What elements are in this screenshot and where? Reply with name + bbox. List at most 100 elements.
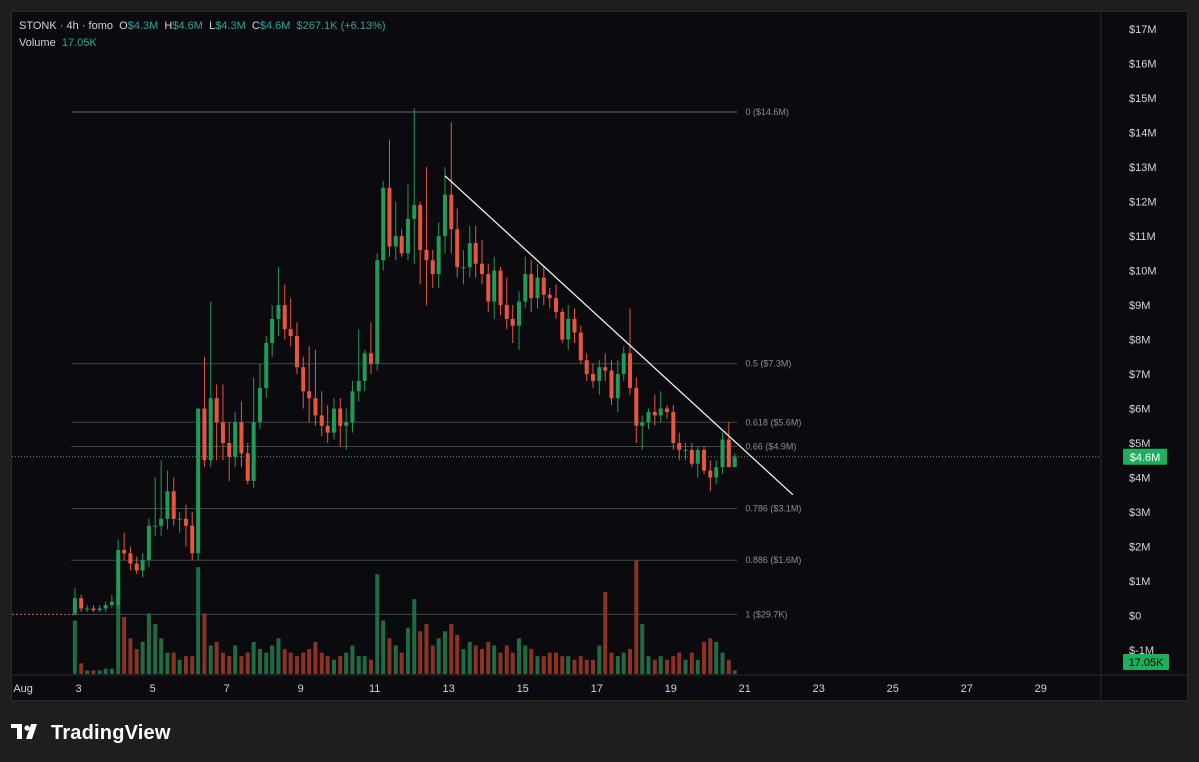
candle-body — [331, 408, 336, 433]
volume-bar — [547, 652, 552, 674]
candle-body — [695, 449, 700, 464]
volume-bar — [424, 624, 429, 674]
candle-body — [486, 274, 491, 302]
candle-body — [146, 525, 151, 561]
fib-retracement-layer[interactable]: 0 ($14.6M) 0.5 ($7.3M) 0.618 ($5.6M) 0.66 (… — [12, 107, 1100, 619]
time-tick-label: 13 — [443, 683, 455, 695]
price-tick-label: $7M — [1129, 369, 1150, 381]
candle-body — [140, 560, 145, 571]
volume-bar — [584, 659, 589, 674]
time-tick-label: 21 — [739, 683, 751, 695]
candle-body — [547, 294, 552, 299]
volume-bar — [455, 634, 460, 674]
price-axis[interactable]: $17M $16M $15M $14M $13M $12M $11M $10M $9M $8M $7… — [1100, 12, 1157, 702]
candle-body — [492, 270, 497, 302]
volume-bar — [233, 645, 238, 674]
candle-body — [436, 236, 441, 275]
volume-bar — [202, 613, 207, 674]
volume-bar — [196, 567, 201, 674]
volume-bar — [208, 645, 213, 674]
volume-bar — [523, 645, 528, 674]
price-tick-label: $8M — [1129, 335, 1150, 347]
separator: · — [81, 20, 86, 32]
exchange-label: fomo — [88, 20, 114, 32]
volume-bar — [177, 659, 182, 674]
time-axis[interactable]: Aug 3 5 7 9 11 13 15 17 19 21 23 25 27 29 — [12, 674, 1189, 695]
volume-bar — [325, 656, 330, 674]
volume-bar — [541, 656, 546, 674]
candle-body — [202, 408, 207, 461]
candle-body — [399, 236, 404, 254]
volume-bar — [516, 638, 521, 674]
candle-body — [381, 187, 386, 261]
price-tick-label: $0 — [1129, 610, 1141, 622]
time-tick-label: 5 — [150, 683, 156, 695]
volume-bar — [153, 624, 158, 674]
volume-bar — [183, 656, 188, 674]
volume-bar — [634, 560, 639, 674]
volume-bar — [282, 649, 287, 674]
volume-bar — [239, 656, 244, 674]
volume-bar — [597, 645, 602, 674]
price-tick-label: $15M — [1129, 93, 1157, 105]
volume-bar — [708, 638, 713, 674]
candle-body — [122, 549, 127, 554]
fib-level-label: 0.66 ($4.9M) — [745, 441, 796, 451]
candle-body — [578, 332, 583, 361]
volume-bars-layer — [72, 560, 737, 674]
candle-body — [294, 336, 299, 368]
volume-bar — [566, 656, 571, 674]
volume-bar — [726, 659, 731, 674]
fib-level-label: 0.5 ($7.3M) — [745, 359, 791, 369]
volume-bar — [621, 652, 626, 674]
chart-panel[interactable]: 0 ($14.6M) 0.5 ($7.3M) 0.618 ($5.6M) 0.66 (… — [11, 11, 1189, 702]
candle-body — [85, 608, 90, 610]
candle-body — [257, 387, 262, 423]
volume-bar — [122, 617, 127, 674]
volume-bar — [578, 656, 583, 674]
interval-label[interactable]: 4h — [67, 20, 79, 32]
time-tick-label: Aug — [13, 683, 33, 695]
candle-body — [529, 274, 534, 299]
tradingview-brand-text[interactable]: TradingView — [51, 722, 171, 745]
price-tick-label: $1M — [1129, 576, 1150, 588]
volume-bar — [128, 638, 133, 674]
candlestick-chart[interactable]: 0 ($14.6M) 0.5 ($7.3M) 0.618 ($5.6M) 0.66 (… — [12, 12, 1189, 702]
candle-body — [591, 374, 596, 381]
fib-level-label: 0.618 ($5.6M) — [745, 417, 801, 427]
candle-body — [97, 608, 102, 611]
candle-body — [183, 518, 188, 526]
volume-bar — [442, 631, 447, 674]
open-label: O — [119, 20, 128, 32]
current-volume-badge-label: 17.05K — [1129, 657, 1165, 669]
volume-bar — [362, 656, 367, 674]
volume-bar — [171, 652, 176, 674]
volume-bar — [257, 649, 262, 674]
candle-body — [214, 398, 219, 423]
volume-label[interactable]: Volume — [19, 37, 56, 49]
candle-body — [220, 422, 225, 443]
volume-bar — [399, 652, 404, 674]
candle-body — [702, 449, 707, 471]
candle-body — [325, 425, 330, 433]
volume-bar — [646, 656, 651, 674]
candle-body — [387, 187, 392, 247]
candle-body — [572, 318, 577, 333]
symbol-name[interactable]: STONK — [19, 20, 57, 32]
volume-bar — [338, 656, 343, 674]
volume-bar — [159, 638, 164, 674]
candle-body — [362, 353, 367, 381]
volume-bar — [671, 656, 676, 674]
volume-bar — [356, 656, 361, 674]
time-tick-label: 17 — [591, 683, 603, 695]
tradingview-logo-icon[interactable] — [11, 722, 43, 745]
candle-body — [307, 391, 312, 399]
candle-body — [190, 525, 195, 554]
volume-bar — [603, 592, 608, 674]
footer-branding: TradingView — [11, 716, 171, 750]
volume-bar — [492, 645, 497, 674]
high-value: $4.6M — [172, 20, 203, 32]
volume-bar — [695, 659, 700, 674]
volume-bar — [535, 656, 540, 674]
candle-body — [671, 411, 676, 443]
